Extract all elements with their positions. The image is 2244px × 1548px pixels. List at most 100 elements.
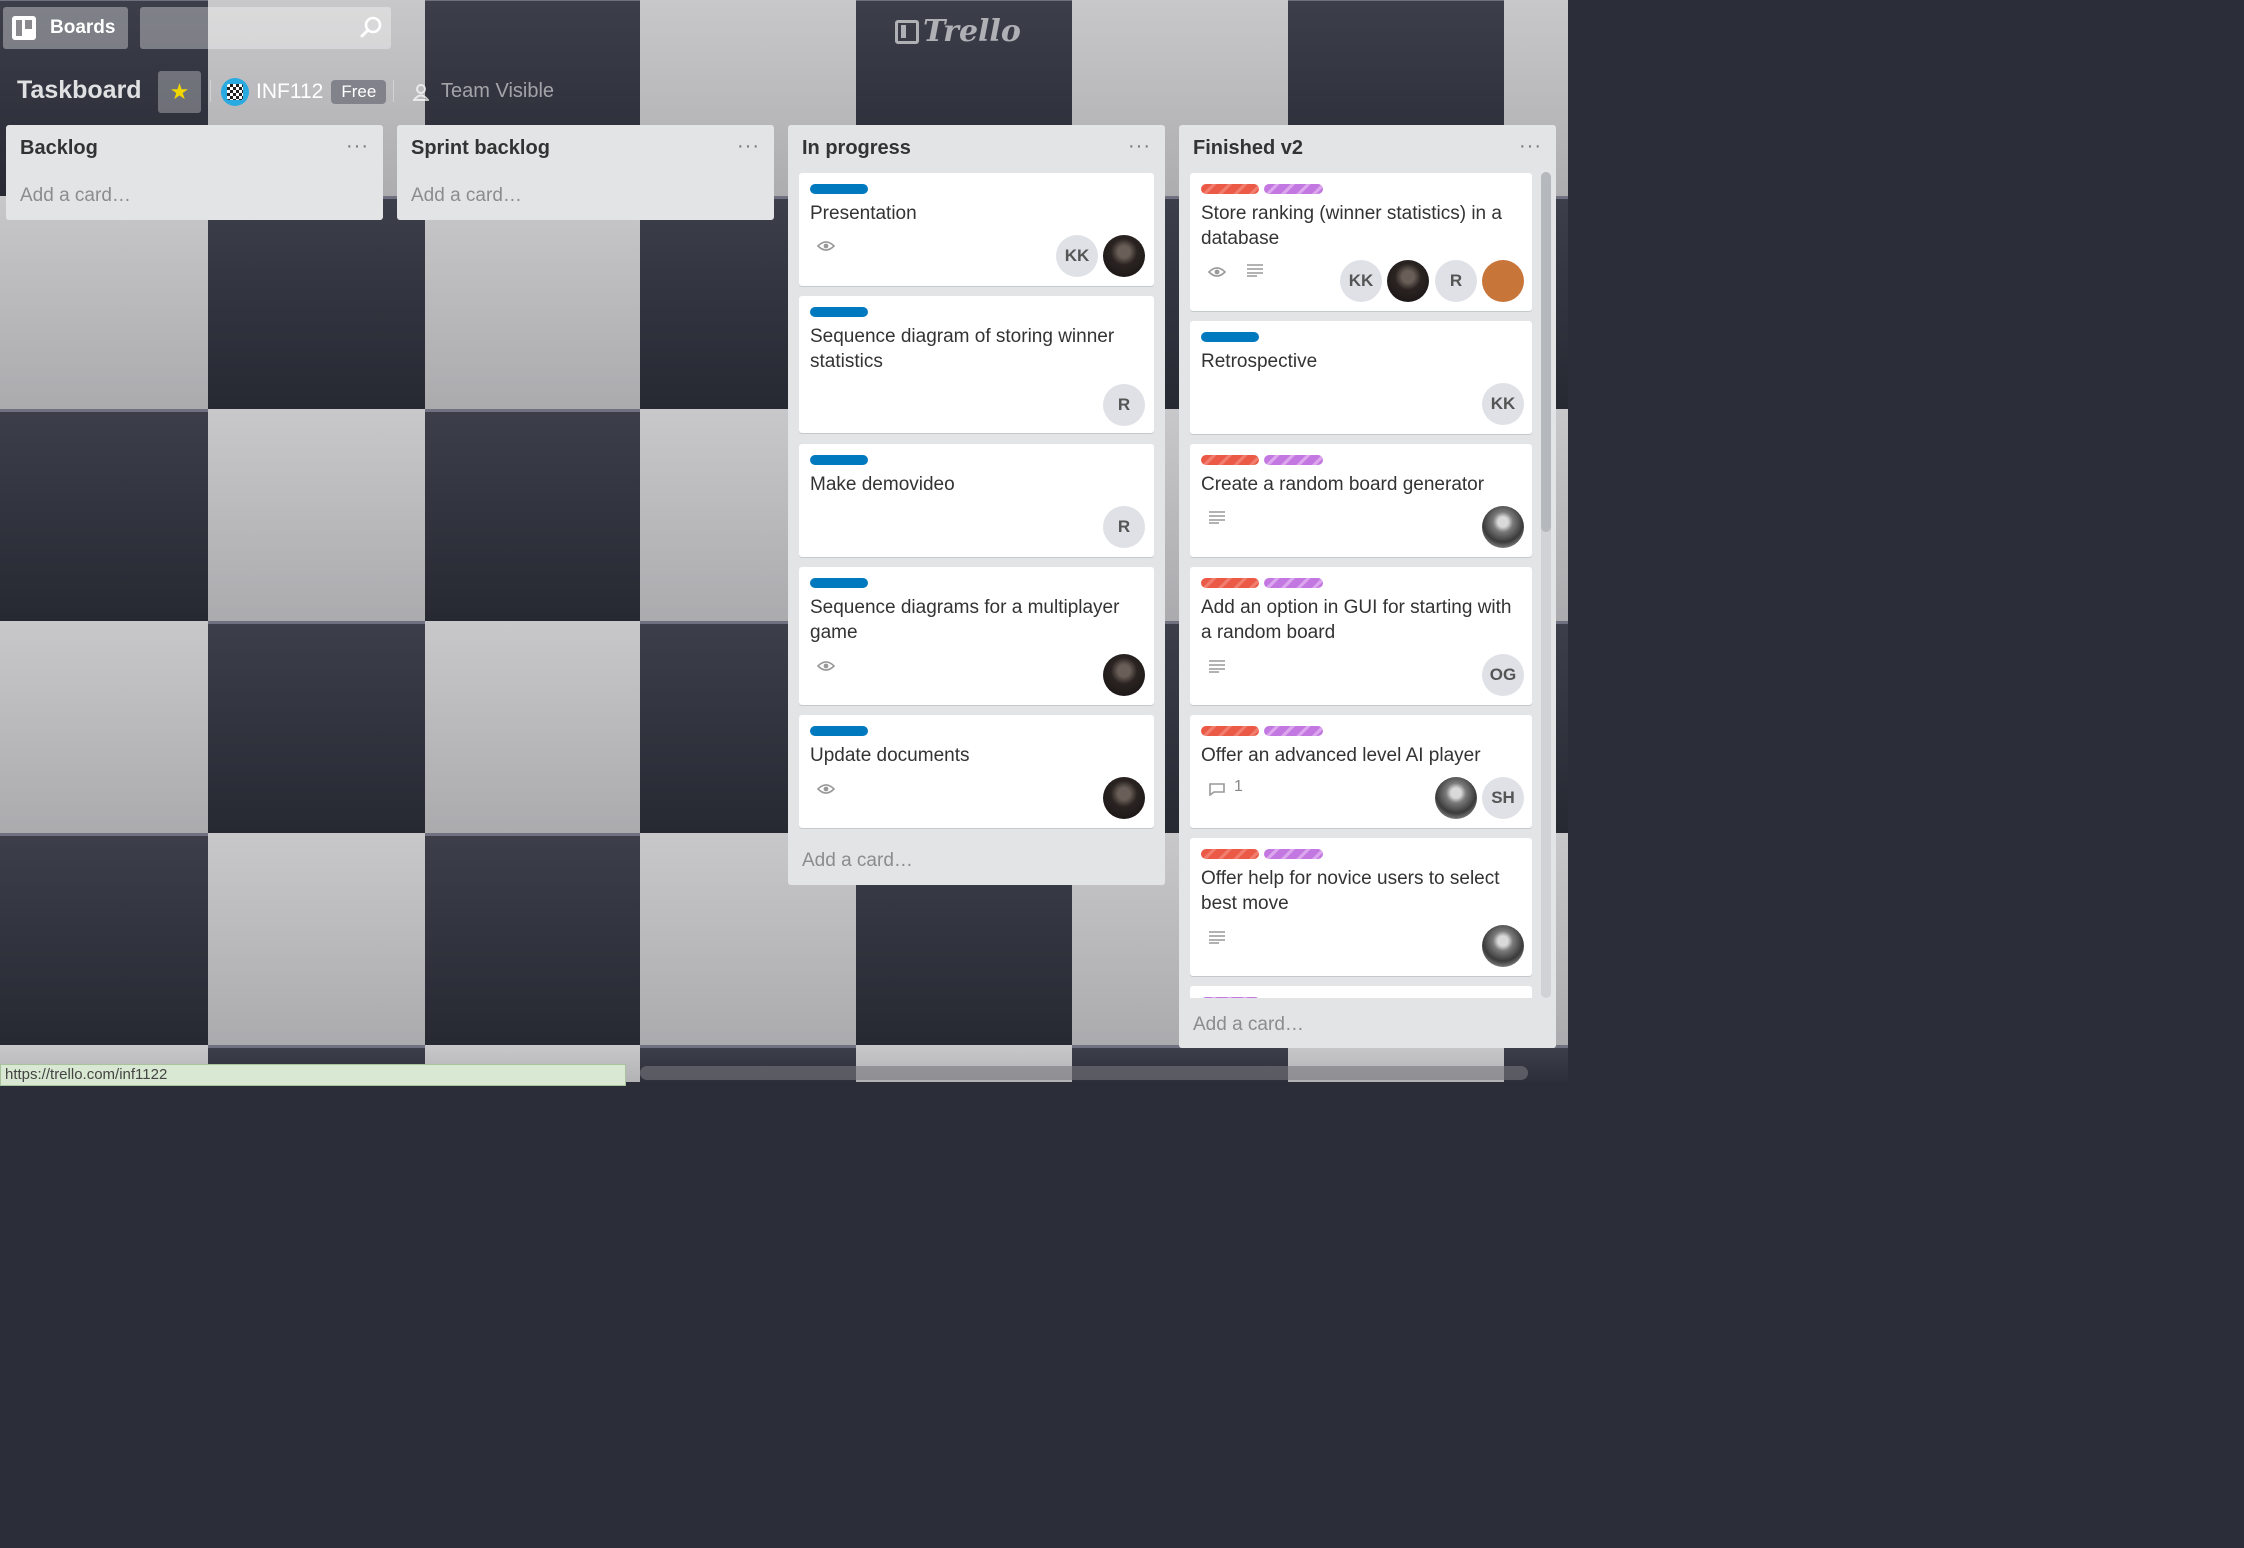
- team-avatar: [221, 78, 249, 106]
- list-finished-v2: Finished v2 ··· Store ranking (winner st…: [1179, 125, 1556, 1048]
- blue-label: [810, 184, 868, 194]
- member-avatar-beard[interactable]: [1482, 925, 1524, 967]
- list-scrollbar-thumb[interactable]: [1541, 172, 1551, 532]
- card-title: Sequence diagrams for a multiplayer game: [810, 597, 1120, 643]
- purple-label: [1264, 184, 1323, 194]
- member-avatar-r[interactable]: R: [1103, 384, 1145, 426]
- description-icon: [1209, 511, 1225, 524]
- eye-icon: [817, 661, 835, 671]
- card[interactable]: Add an option in GUI for starting with a…: [1190, 567, 1532, 705]
- trello-logo-icon: [895, 19, 919, 44]
- board-title[interactable]: Taskboard: [17, 76, 142, 105]
- card[interactable]: Update documents: [799, 715, 1154, 828]
- board-horizontal-scrollbar[interactable]: [640, 1066, 1528, 1080]
- card[interactable]: Make demovideo R: [799, 444, 1154, 557]
- list-sprint-backlog: Sprint backlog ··· Add a card…: [397, 125, 774, 220]
- blue-label: [810, 307, 868, 317]
- member-avatar-sh[interactable]: SH: [1482, 777, 1524, 819]
- card-title: Retrospective: [1201, 351, 1318, 372]
- person-icon: [413, 83, 429, 101]
- search-input[interactable]: [140, 7, 391, 49]
- member-avatar-cartoon[interactable]: [1482, 260, 1524, 302]
- card-title: Offer help for novice users to select be…: [1201, 868, 1500, 914]
- card-title: Sequence diagram of storing winner stati…: [810, 326, 1115, 372]
- trello-logo[interactable]: Trello: [895, 14, 1021, 49]
- status-url: https://trello.com/inf1122: [0, 1064, 626, 1086]
- card[interactable]: Sequence diagram of storing winner stati…: [799, 296, 1154, 433]
- star-button[interactable]: ★: [158, 71, 201, 113]
- eye-icon: [817, 241, 835, 251]
- list-title[interactable]: In progress: [802, 137, 911, 160]
- red-label: [1201, 849, 1259, 859]
- member-avatar-photo[interactable]: [1103, 777, 1145, 819]
- list-backlog: Backlog ··· Add a card…: [6, 125, 383, 220]
- red-label: [1201, 184, 1259, 194]
- card[interactable]: Sequence diagrams for a multiplayer game: [799, 567, 1154, 705]
- divider: [210, 80, 211, 102]
- blue-label: [810, 578, 868, 588]
- member-avatar-photo[interactable]: [1103, 235, 1145, 277]
- card[interactable]: Retrospective KK: [1190, 321, 1532, 434]
- comment-count: 1: [1234, 778, 1243, 795]
- team-name: INF112: [256, 80, 324, 103]
- purple-label: [1264, 578, 1323, 588]
- visibility-button[interactable]: Team Visible: [413, 80, 554, 103]
- purple-label: [1264, 849, 1323, 859]
- list-menu-icon[interactable]: ···: [1519, 135, 1542, 158]
- team-button[interactable]: INF112 Free: [221, 78, 387, 106]
- purple-label: [1264, 726, 1323, 736]
- add-card-button[interactable]: Add a card…: [1193, 1014, 1304, 1036]
- comment-icon: [1209, 783, 1225, 796]
- list-menu-icon[interactable]: ···: [1128, 135, 1151, 158]
- blue-label: [810, 455, 868, 465]
- card[interactable]: Offer help for novice users to select be…: [1190, 838, 1532, 976]
- card-title: Make demovideo: [810, 474, 955, 495]
- blue-label: [1201, 332, 1259, 342]
- eye-icon: [1208, 267, 1226, 277]
- card[interactable]: Offer an advanced level AI player 1 SH: [1190, 715, 1532, 828]
- add-card-button[interactable]: Add a card…: [20, 185, 131, 207]
- card-title: Update documents: [810, 745, 970, 766]
- card-title: Offer an advanced level AI player: [1201, 745, 1481, 766]
- member-avatar-beard[interactable]: [1482, 506, 1524, 548]
- eye-icon: [817, 784, 835, 794]
- member-avatar-og[interactable]: OG: [1482, 654, 1524, 696]
- red-label: [1201, 455, 1259, 465]
- description-icon: [1209, 660, 1225, 673]
- plan-badge: Free: [331, 80, 387, 104]
- member-avatar-r[interactable]: R: [1435, 260, 1477, 302]
- member-avatar-beard[interactable]: [1435, 777, 1477, 819]
- member-avatar-r[interactable]: R: [1103, 506, 1145, 548]
- member-avatar-photo[interactable]: [1103, 654, 1145, 696]
- boards-icon: [12, 16, 36, 40]
- add-card-button[interactable]: Add a card…: [802, 850, 913, 872]
- card[interactable]: Create a random board generator: [1190, 444, 1532, 557]
- purple-label: [1264, 455, 1323, 465]
- description-icon: [1209, 931, 1225, 944]
- list-title[interactable]: Sprint backlog: [411, 137, 550, 160]
- card[interactable]: Store ranking (winner statistics) in a d…: [1190, 173, 1532, 311]
- list-title[interactable]: Backlog: [20, 137, 98, 160]
- add-card-button[interactable]: Add a card…: [411, 185, 522, 207]
- visibility-label: Team Visible: [441, 80, 555, 102]
- top-header: Boards Trello: [0, 0, 1568, 58]
- card[interactable]: Presentation KK: [799, 173, 1154, 286]
- member-avatar-kk[interactable]: KK: [1340, 260, 1382, 302]
- card-title: Add an option in GUI for starting with a…: [1201, 597, 1512, 643]
- card-title: Store ranking (winner statistics) in a d…: [1201, 203, 1502, 249]
- list-menu-icon[interactable]: ···: [737, 135, 760, 158]
- card-title: Create a random board generator: [1201, 474, 1485, 495]
- description-icon: [1247, 264, 1263, 277]
- list-title[interactable]: Finished v2: [1193, 137, 1303, 160]
- red-label: [1201, 578, 1259, 588]
- divider: [393, 80, 394, 102]
- boards-button[interactable]: Boards: [3, 7, 128, 49]
- red-label: [1201, 726, 1259, 736]
- list-menu-icon[interactable]: ···: [346, 135, 369, 158]
- boards-label: Boards: [50, 17, 116, 38]
- member-avatar-kk[interactable]: KK: [1482, 383, 1524, 425]
- member-avatar-photo[interactable]: [1387, 260, 1429, 302]
- trello-logo-text: Trello: [923, 14, 1021, 49]
- member-avatar-kk[interactable]: KK: [1056, 235, 1098, 277]
- search-icon[interactable]: [360, 16, 382, 38]
